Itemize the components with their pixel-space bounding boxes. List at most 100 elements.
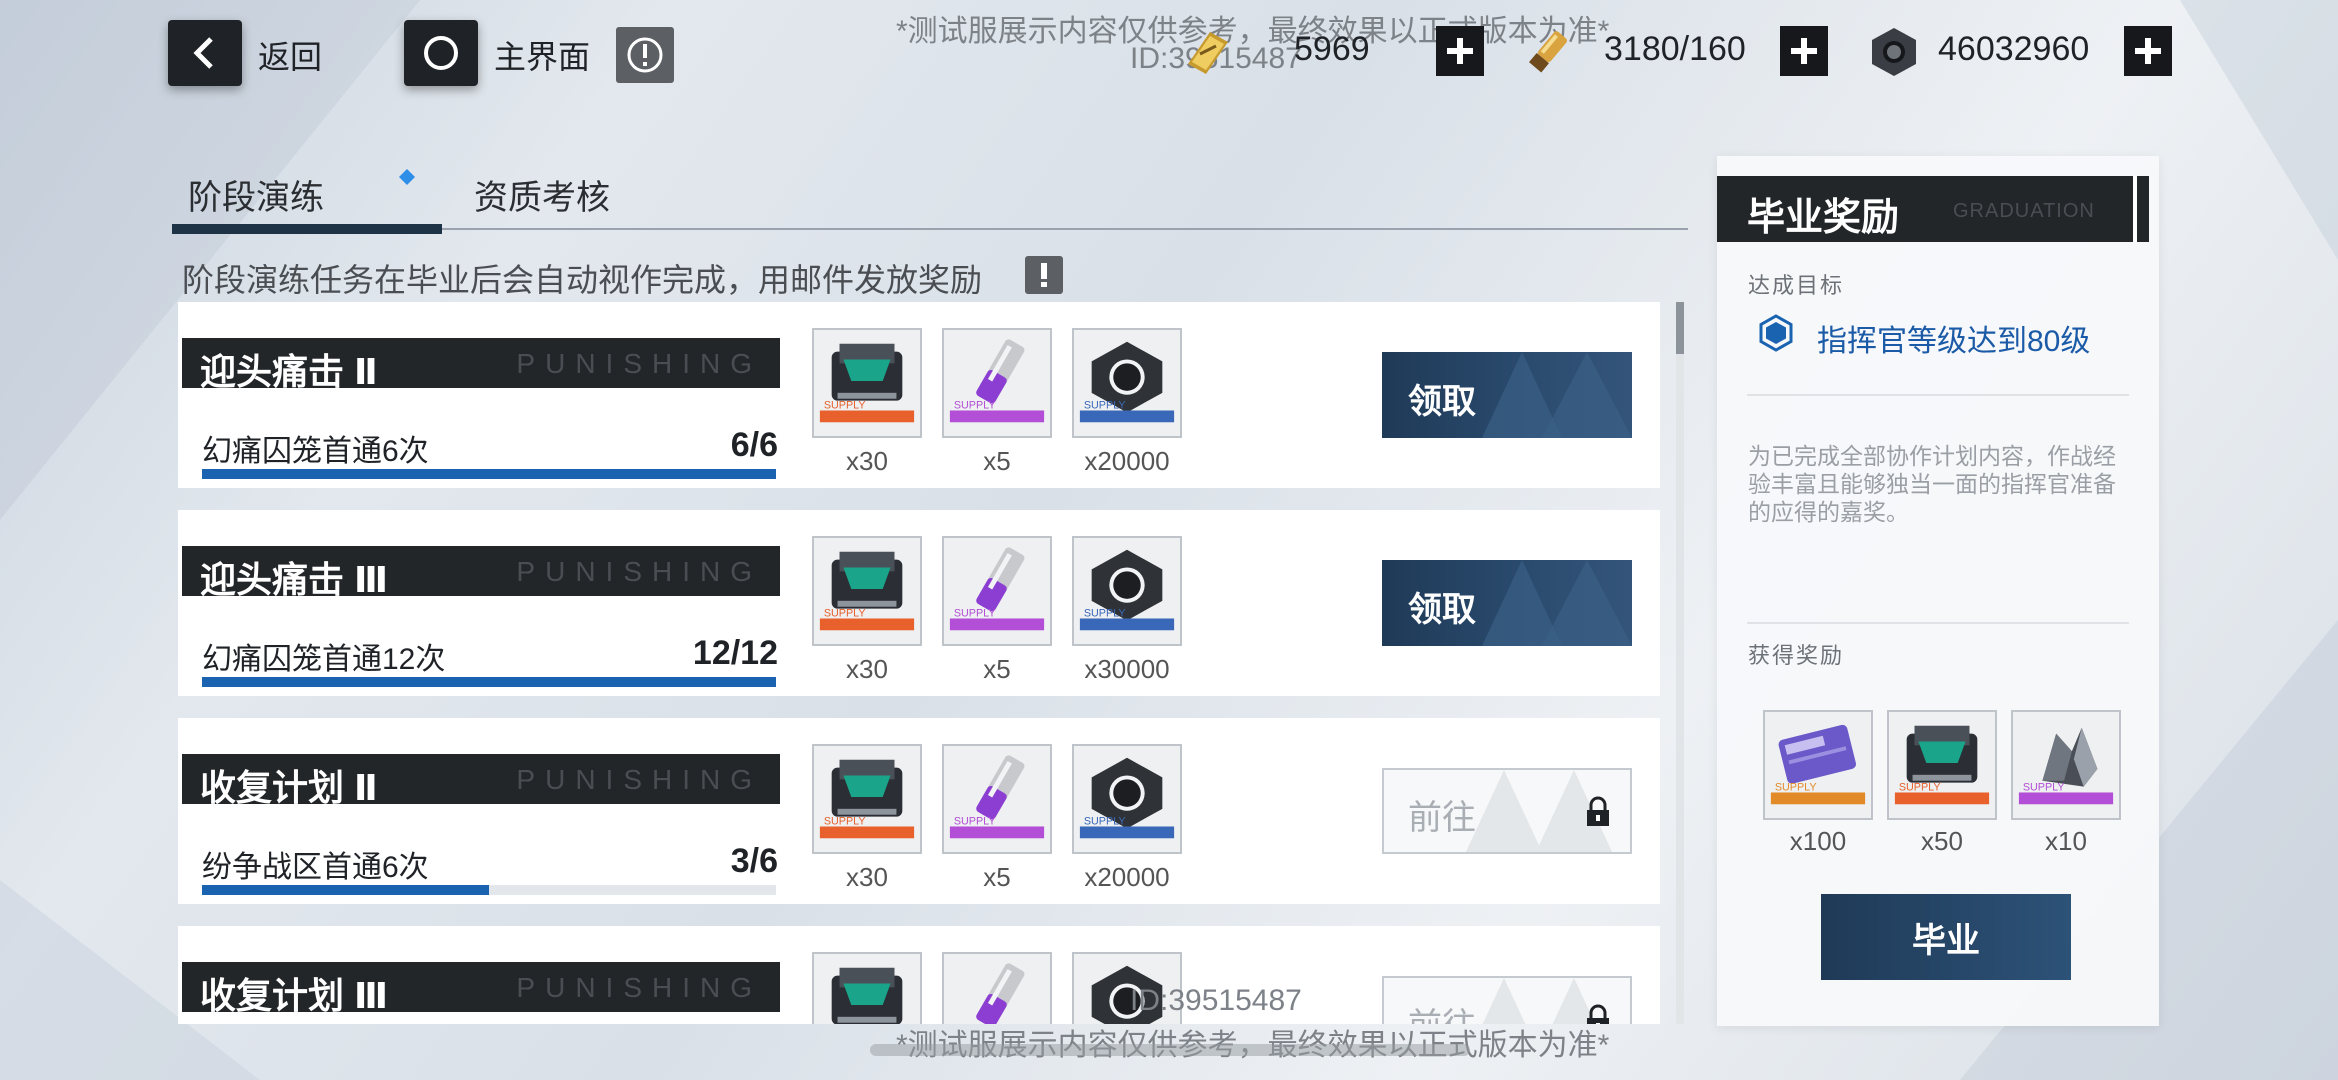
svg-text:SUPPLY: SUPPLY	[824, 400, 866, 412]
svg-text:SUPPLY: SUPPLY	[824, 608, 866, 620]
claim-button[interactable]: 领取	[1382, 560, 1632, 646]
scroll-thumb[interactable]	[1676, 302, 1684, 354]
task-row: 收复计划 ⅢPUNISHINGSUPPLYSUPPLYSUPPLY前往	[178, 926, 1660, 1024]
task-progress-bar	[202, 469, 776, 479]
svg-text:SUPPLY: SUPPLY	[1084, 608, 1126, 620]
info-button[interactable]	[616, 27, 674, 83]
graduation-reward-item[interactable]: SUPPLY	[2011, 710, 2121, 820]
purple-cartridge-icon: SUPPLY	[949, 547, 1045, 631]
back-button[interactable]	[168, 20, 242, 86]
hex-nut-icon: SUPPLY	[1079, 549, 1175, 631]
task-title-bar: 迎头痛击 Ⅱ PUNISHING	[182, 338, 780, 392]
graduation-reward-quantity: x10	[2045, 826, 2087, 856]
task-deco-text: PUNISHING	[516, 556, 762, 587]
task-list-scrollbar[interactable]	[1676, 302, 1684, 1024]
header-stripe	[2141, 176, 2149, 242]
task-progress-fill	[202, 469, 776, 479]
watermark-text-bottom: *测试服展示内容仅供参考，最终效果以正式版本为准*	[896, 1020, 1609, 1064]
task-deco-text: PUNISHING	[516, 348, 762, 379]
svg-text:SUPPLY: SUPPLY	[2023, 782, 2065, 794]
reward-item[interactable]: SUPPLY	[942, 328, 1052, 438]
reward-quantity: x20000	[1084, 862, 1170, 892]
tab-stage-drill[interactable]: 阶段演练	[188, 170, 324, 219]
purple-cartridge-icon: SUPPLY	[949, 339, 1045, 423]
purple-cartridge-icon: SUPPLY	[949, 755, 1045, 839]
task-description: 幻痛囚笼首通12次	[202, 643, 446, 676]
reward-item[interactable]: SUPPLY	[812, 744, 922, 854]
reward-item[interactable]: SUPPLY	[942, 952, 1052, 1024]
reward-item[interactable]: SUPPLY	[942, 536, 1052, 646]
add-gold-button[interactable]	[1436, 26, 1484, 76]
stamina-cartridge-icon	[1529, 31, 1568, 73]
svg-text:SUPPLY: SUPPLY	[1084, 816, 1126, 828]
nut-value: 46032960	[1938, 30, 2090, 68]
task-progress: 3/6	[730, 842, 778, 880]
reward-item[interactable]: SUPPLY	[1072, 744, 1182, 854]
crystal-ore-icon: SUPPLY	[2018, 727, 2114, 805]
chevron-left-icon	[193, 37, 213, 69]
exclamation-icon	[1041, 263, 1047, 287]
task-progress-bar	[202, 677, 776, 687]
add-nut-button[interactable]	[2124, 26, 2172, 76]
reward-item[interactable]: SUPPLY	[1072, 536, 1182, 646]
task-deco-text: PUNISHING	[516, 764, 762, 795]
home-button[interactable]	[404, 20, 478, 86]
goal-label: 达成目标	[1748, 273, 1845, 298]
notice-info-button[interactable]	[1025, 256, 1063, 294]
reward-item[interactable]: SUPPLY	[812, 536, 922, 646]
reward-item[interactable]: SUPPLY	[1072, 328, 1182, 438]
panel-description: 为已完成全部协作计划内容，作战经验丰富且能够独当一面的指挥官准备的应得的嘉奖。	[1748, 443, 2116, 525]
graduation-reward-quantity: x50	[1921, 826, 1963, 856]
reward-quantity: x30000	[1084, 654, 1170, 684]
claim-button[interactable]: 领取	[1382, 352, 1632, 438]
add-stamina-button[interactable]	[1780, 26, 1828, 76]
reward-item[interactable]: SUPPLY	[812, 952, 922, 1024]
graduate-button[interactable]: 毕业	[1821, 894, 2071, 980]
svg-text:SUPPLY: SUPPLY	[954, 816, 996, 828]
supply-chip-icon: SUPPLY	[819, 343, 915, 423]
goto-button[interactable]: 前往	[1382, 976, 1632, 1024]
system-home-indicator[interactable]	[870, 1044, 1470, 1056]
svg-text:SUPPLY: SUPPLY	[1775, 782, 1817, 794]
back-label[interactable]: 返回	[258, 32, 322, 78]
hex-nut-icon: SUPPLY	[1079, 341, 1175, 423]
claim-button-label: 领取	[1408, 591, 1476, 629]
goal-text: 指挥官等级达到80级	[1817, 325, 2091, 358]
divider	[1747, 394, 2129, 396]
reward-quantity: x20000	[1084, 446, 1170, 476]
new-diamond-icon	[399, 169, 415, 185]
task-deco-text: PUNISHING	[516, 972, 762, 1003]
svg-text:SUPPLY: SUPPLY	[1084, 400, 1126, 412]
tab-qualification[interactable]: 资质考核	[474, 170, 610, 219]
reward-item[interactable]: SUPPLY	[812, 328, 922, 438]
reward-quantity: x30	[846, 446, 888, 476]
notice-text: 阶段演练任务在毕业后会自动视作完成，用邮件发放奖励	[182, 262, 983, 298]
task-list[interactable]: 迎头痛击 Ⅱ PUNISHING 幻痛囚笼首通6次 6/6 SUPPLY x30 SUPPL…	[178, 302, 1660, 1024]
plus-icon	[1791, 38, 1817, 64]
goto-button[interactable]: 前往	[1382, 768, 1632, 854]
graduation-reward-item[interactable]: SUPPLY	[1763, 710, 1873, 820]
supply-chip-icon: SUPPLY	[1894, 725, 1990, 805]
reward-quantity: x5	[983, 654, 1011, 684]
stamina-value: 3180/160	[1604, 30, 1746, 68]
task-title-bar: 收复计划 Ⅱ PUNISHING	[182, 754, 780, 808]
exclamation-icon	[627, 37, 663, 73]
task-row: 收复计划 Ⅱ PUNISHING 纷争战区首通6次 3/6 SUPPLY x30 SUPPL…	[178, 718, 1660, 904]
rewards-label: 获得奖励	[1748, 643, 1845, 668]
task-progress-bar	[202, 885, 776, 895]
divider	[1747, 622, 2129, 624]
reward-item[interactable]: SUPPLY	[942, 744, 1052, 854]
graduation-reward-quantity: x100	[1789, 826, 1847, 856]
panel-header: 毕业奖励 GRADUATION	[1717, 176, 2141, 242]
graduation-reward-item[interactable]: SUPPLY	[1887, 710, 1997, 820]
task-progress: 6/6	[730, 426, 778, 464]
watermark-id-bottom: ID:39515487	[1130, 984, 1302, 1017]
task-title: 迎头痛击 Ⅱ	[200, 351, 378, 392]
task-title-bar: 迎头痛击 Ⅲ PUNISHING	[182, 546, 780, 600]
home-label[interactable]: 主界面	[494, 32, 590, 78]
home-circle-icon	[424, 36, 458, 70]
task-progress-fill	[202, 885, 489, 895]
gold-bar-icon	[1188, 32, 1228, 74]
svg-text:SUPPLY: SUPPLY	[954, 400, 996, 412]
active-tab-indicator	[172, 224, 442, 234]
